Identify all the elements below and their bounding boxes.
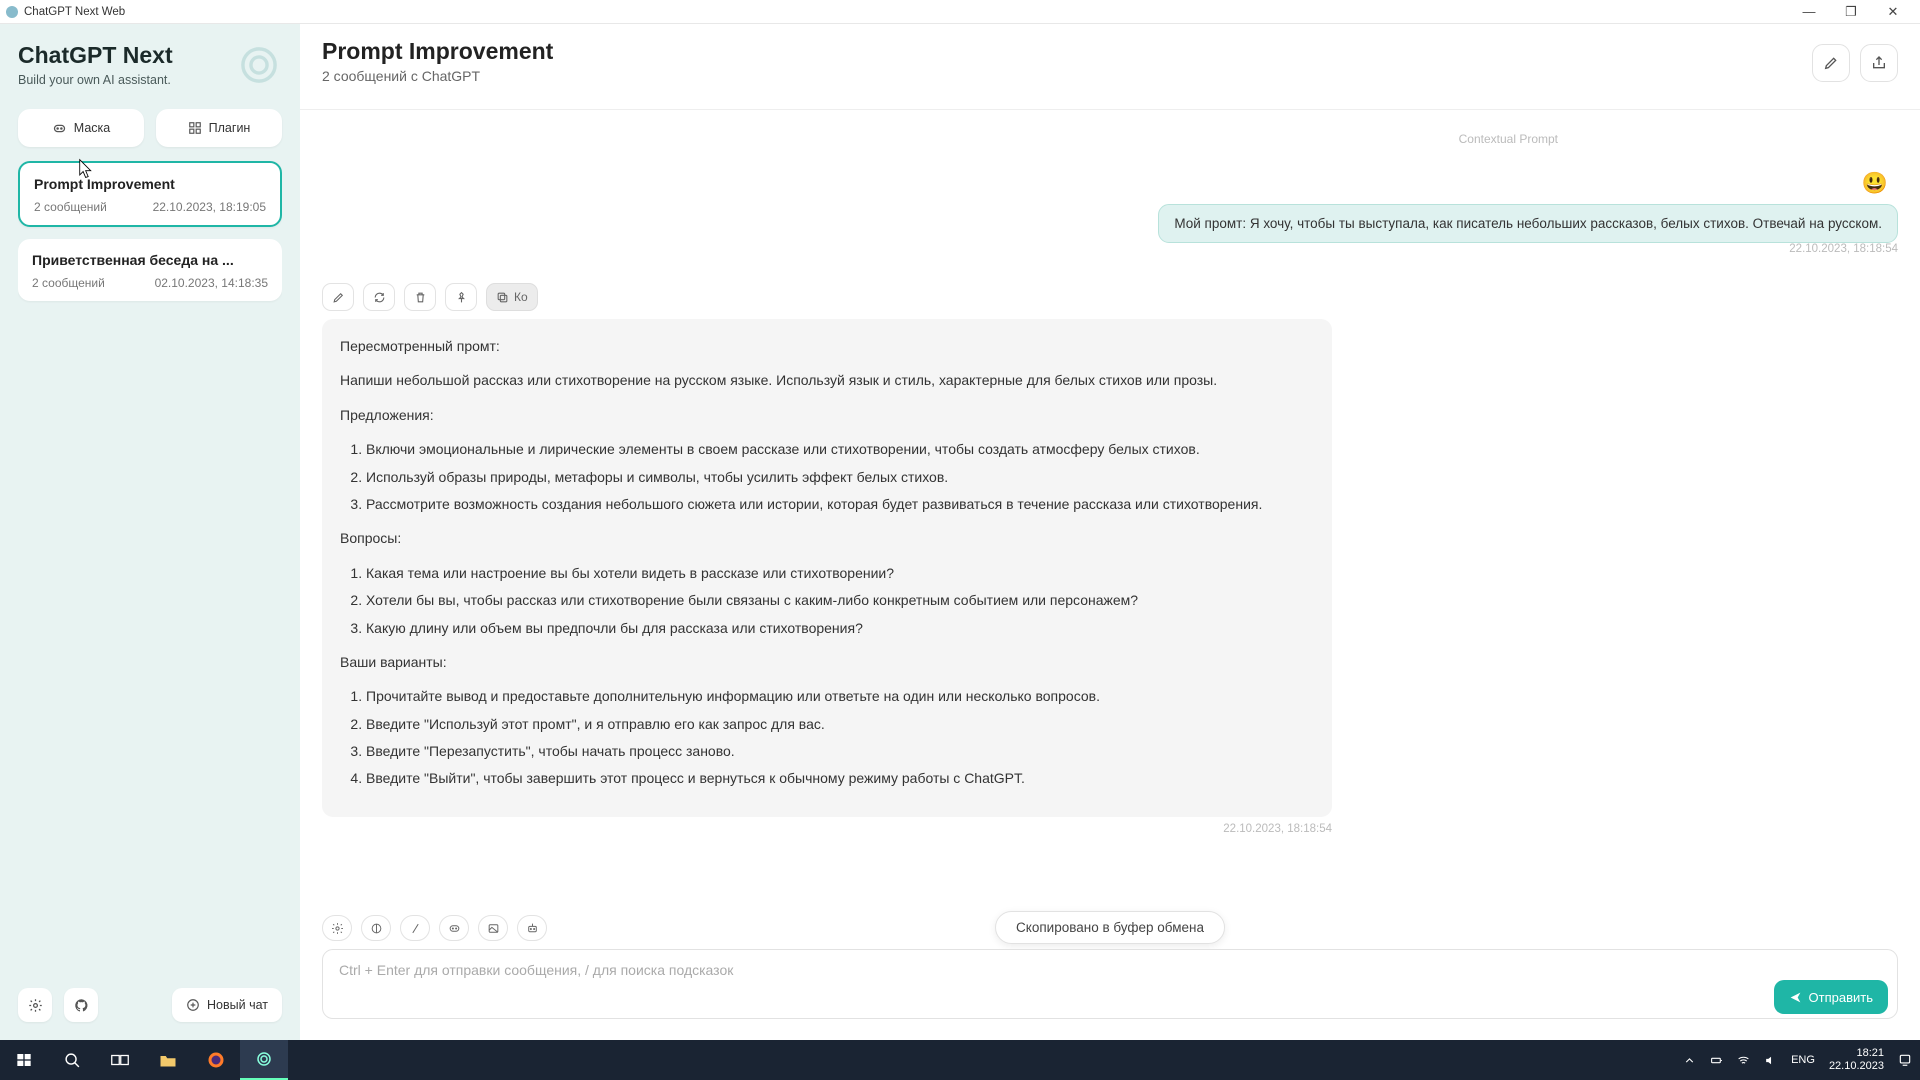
conversation-time: 02.10.2023, 14:18:35 — [155, 276, 268, 290]
mask-icon — [52, 121, 67, 136]
plus-circle-icon — [186, 998, 200, 1012]
mask-label: Маска — [74, 121, 110, 135]
assistant-timestamp: 22.10.2023, 18:18:54 — [322, 823, 1332, 835]
start-button[interactable] — [0, 1040, 48, 1080]
conversation-item[interactable]: Prompt Improvement 2 сообщений 22.10.202… — [18, 161, 282, 227]
pencil-icon — [332, 291, 345, 304]
tray-battery-icon[interactable] — [1710, 1054, 1723, 1067]
chat-title[interactable]: Prompt Improvement — [322, 38, 553, 65]
github-icon — [74, 998, 89, 1013]
slash-icon — [409, 922, 422, 935]
circle-icon — [370, 922, 383, 935]
settings-button[interactable] — [18, 988, 52, 1022]
gear-icon — [28, 998, 43, 1013]
delete-message-button[interactable] — [404, 283, 436, 311]
minimize-button[interactable]: — — [1788, 1, 1830, 23]
conversation-count: 2 сообщений — [34, 200, 107, 214]
send-icon — [1789, 991, 1802, 1004]
app-icon — [6, 6, 18, 18]
edit-message-button[interactable] — [322, 283, 354, 311]
message-actions: Ко — [322, 283, 1332, 311]
user-avatar: 😃 — [322, 172, 1898, 196]
main-panel: Prompt Improvement 2 сообщений с ChatGPT… — [300, 24, 1920, 1040]
copied-toast: Скопировано в буфер обмена — [995, 911, 1225, 944]
composer-break-button[interactable] — [478, 915, 508, 941]
copy-message-button[interactable]: Ко — [486, 283, 538, 311]
copy-label: Ко — [514, 290, 528, 304]
tray-language[interactable]: ENG — [1791, 1054, 1815, 1066]
trash-icon — [414, 291, 427, 304]
new-chat-button[interactable]: Новый чат — [172, 988, 282, 1022]
composer-mask-button[interactable] — [439, 915, 469, 941]
robot-icon — [526, 922, 539, 935]
tray-notifications-icon[interactable] — [1898, 1053, 1912, 1067]
image-icon — [487, 922, 500, 935]
share-icon — [1871, 55, 1887, 71]
plugin-icon — [188, 121, 202, 135]
explorer-button[interactable] — [144, 1040, 192, 1080]
brand-logo-icon — [236, 42, 282, 88]
pin-message-button[interactable] — [445, 283, 477, 311]
plugin-button[interactable]: Плагин — [156, 109, 282, 147]
conversation-time: 22.10.2023, 18:19:05 — [153, 200, 266, 214]
conversation-list: Prompt Improvement 2 сообщений 22.10.202… — [18, 161, 282, 988]
maximize-button[interactable]: ❐ — [1830, 1, 1872, 23]
task-view-button[interactable] — [96, 1040, 144, 1080]
window-titlebar: ChatGPT Next Web — ❐ ✕ — [0, 0, 1920, 24]
composer-theme-button[interactable] — [361, 915, 391, 941]
composer-commands-button[interactable] — [400, 915, 430, 941]
chatgpt-app-button[interactable] — [240, 1040, 288, 1080]
chat-header: Prompt Improvement 2 сообщений с ChatGPT — [300, 24, 1920, 110]
refresh-icon — [373, 291, 386, 304]
gear-icon — [331, 922, 344, 935]
mask-icon — [448, 922, 461, 935]
conversation-item[interactable]: Приветственная беседа на ... 2 сообщений… — [18, 239, 282, 301]
conversation-title: Приветственная беседа на ... — [32, 252, 268, 268]
message-input[interactable] — [322, 949, 1898, 1019]
pencil-icon — [1823, 55, 1839, 71]
tray-volume-icon[interactable] — [1764, 1054, 1777, 1067]
new-chat-label: Новый чат — [207, 998, 268, 1012]
composer-robot-button[interactable] — [517, 915, 547, 941]
tray-wifi-icon[interactable] — [1737, 1054, 1750, 1067]
send-label: Отправить — [1809, 990, 1873, 1005]
sidebar: ChatGPT Next Build your own AI assistant… — [0, 24, 300, 1040]
taskbar[interactable]: ENG 18:21 22.10.2023 — [0, 1040, 1920, 1080]
search-button[interactable] — [48, 1040, 96, 1080]
copy-icon — [496, 291, 509, 304]
rename-button[interactable] — [1812, 44, 1850, 82]
tray-clock[interactable]: 18:21 22.10.2023 — [1829, 1047, 1884, 1072]
search-icon — [64, 1052, 81, 1069]
chatgpt-icon — [255, 1050, 273, 1068]
user-timestamp: 22.10.2023, 18:18:54 — [322, 243, 1898, 255]
retry-message-button[interactable] — [363, 283, 395, 311]
send-button[interactable]: Отправить — [1774, 980, 1888, 1014]
plugin-label: Плагин — [209, 121, 251, 135]
conversation-title: Prompt Improvement — [34, 176, 266, 192]
pin-icon — [455, 291, 468, 304]
folder-icon — [159, 1053, 177, 1068]
github-button[interactable] — [64, 988, 98, 1022]
firefox-button[interactable] — [192, 1040, 240, 1080]
conversation-count: 2 сообщений — [32, 276, 105, 290]
window-title: ChatGPT Next Web — [24, 6, 125, 18]
context-prompt-label: Contextual Prompt — [322, 132, 1898, 146]
windows-icon — [16, 1052, 32, 1068]
chat-subtitle: 2 сообщений с ChatGPT — [322, 68, 553, 84]
tray-chevron-icon[interactable] — [1683, 1054, 1696, 1067]
composer-settings-button[interactable] — [322, 915, 352, 941]
share-button[interactable] — [1860, 44, 1898, 82]
user-message: Мой промт: Я хочу, чтобы ты выступала, к… — [1158, 204, 1898, 243]
taskview-icon — [111, 1053, 129, 1067]
firefox-icon — [207, 1051, 225, 1069]
assistant-message: Пересмотренный промт: Напиши небольшой р… — [322, 319, 1332, 817]
mask-button[interactable]: Маска — [18, 109, 144, 147]
message-list: Contextual Prompt 😃 Мой промт: Я хочу, ч… — [300, 110, 1920, 905]
close-button[interactable]: ✕ — [1872, 1, 1914, 23]
